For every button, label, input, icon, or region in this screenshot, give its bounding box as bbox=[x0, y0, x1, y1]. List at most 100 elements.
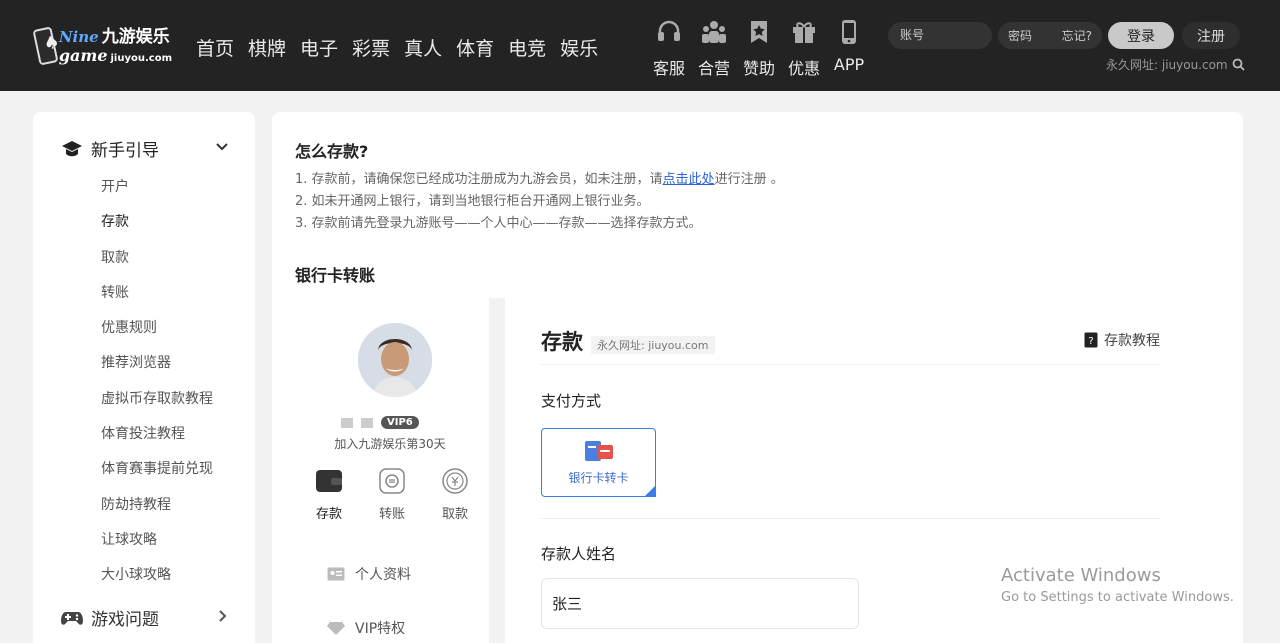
account-input[interactable]: 账号 bbox=[888, 22, 992, 49]
sidebar-item-anti-hijack[interactable]: 防劫持教程 bbox=[101, 494, 213, 529]
menu-profile[interactable]: 个人资料 bbox=[327, 564, 411, 584]
chevron-right-icon[interactable] bbox=[215, 605, 229, 627]
vip-badge: VIP6 bbox=[381, 416, 419, 429]
blurred-name-2 bbox=[361, 417, 373, 428]
sidebar-section-newbie[interactable]: 新手引导 bbox=[61, 136, 229, 161]
sidebar: 新手引导 开户 存款 取款 转账 优惠规则 推荐浏览器 虚拟币存取款教程 体育投… bbox=[33, 112, 255, 643]
nav-chess[interactable]: 棋牌 bbox=[248, 34, 286, 61]
register-button[interactable]: 注册 bbox=[1182, 22, 1240, 49]
wallet-deposit[interactable]: 存款 bbox=[313, 467, 345, 522]
quick-sponsor-label: 赞助 bbox=[742, 59, 775, 78]
login-form: 账号 密码 忘记? 登录 注册 bbox=[888, 22, 1240, 49]
logo-cn-name: 九游娱乐 bbox=[101, 26, 170, 47]
blurred-name-1 bbox=[341, 417, 353, 428]
wallet-withdraw[interactable]: 取款 bbox=[439, 467, 471, 522]
permanent-url: 永久网址: jiuyou.com bbox=[1106, 56, 1245, 73]
deposit-tutorial-link[interactable]: ? 存款教程 bbox=[1084, 330, 1160, 350]
avatar-photo bbox=[358, 323, 432, 397]
sidebar-item-browser[interactable]: 推荐浏览器 bbox=[101, 352, 213, 387]
sidebar-section-game-issues[interactable]: 游戏问题 bbox=[61, 605, 229, 630]
gift-icon bbox=[793, 22, 815, 43]
avatar bbox=[358, 323, 432, 397]
wallet-actions: 存款 转账 取款 bbox=[313, 467, 471, 522]
depositor-name-input[interactable]: 张三 bbox=[541, 578, 859, 629]
password-input[interactable]: 密码 忘记? bbox=[998, 22, 1102, 49]
sidebar-item-withdraw[interactable]: 取款 bbox=[101, 247, 213, 282]
transfer-icon bbox=[379, 468, 405, 494]
forgot-password-link[interactable]: 忘记? bbox=[1062, 27, 1092, 44]
main-content: 怎么存款? 1. 存款前，请确保您已经成功注册成为九游会员，如未注册，请点击此处… bbox=[272, 112, 1243, 643]
sidebar-item-sports-betting[interactable]: 体育投注教程 bbox=[101, 423, 213, 458]
menu-vip[interactable]: VIP特权 bbox=[327, 618, 405, 638]
bank-card-icon bbox=[584, 441, 613, 461]
help-book-icon: ? bbox=[1084, 332, 1098, 348]
joined-days: 加入九游娱乐第30天 bbox=[334, 437, 446, 451]
quick-promo-label: 优惠 bbox=[787, 59, 820, 78]
wallet-deposit-label: 存款 bbox=[315, 507, 342, 522]
login-button[interactable]: 登录 bbox=[1108, 22, 1174, 49]
depositor-name-label: 存款人姓名 bbox=[541, 545, 617, 563]
nav-sports[interactable]: 体育 bbox=[456, 34, 494, 61]
section-subtitle: 银行卡转账 bbox=[295, 266, 376, 285]
diamond-icon bbox=[327, 622, 345, 635]
wallet-icon bbox=[316, 470, 342, 492]
quick-partner-label: 合营 bbox=[697, 59, 730, 78]
watermark-line-2: Go to Settings to activate Windows. bbox=[1001, 590, 1234, 605]
step-2: 2. 如未开通网上银行，请到当地银行柜台开通网上银行业务。 bbox=[295, 194, 650, 209]
divider bbox=[541, 364, 1160, 365]
quick-service[interactable]: 客服 bbox=[652, 18, 686, 79]
sidebar-list: 开户 存款 取款 转账 优惠规则 推荐浏览器 虚拟币存取款教程 体育投注教程 体… bbox=[101, 176, 213, 600]
page-title: 怎么存款? bbox=[295, 142, 369, 161]
step-3: 3. 存款前请先登录九游账号——个人中心——存款——选择存款方式。 bbox=[295, 216, 702, 231]
deposit-tutorial-label: 存款教程 bbox=[1104, 333, 1160, 349]
deposit-title: 存款 bbox=[541, 330, 583, 354]
search-icon[interactable] bbox=[1232, 58, 1245, 71]
divider-2 bbox=[541, 518, 1160, 519]
watermark-line-1: Activate Windows bbox=[1001, 565, 1161, 586]
pay-method-label: 支付方式 bbox=[541, 392, 602, 410]
deposit-header: 存款 永久网址: jiuyou.com bbox=[541, 326, 715, 356]
sidebar-item-crypto[interactable]: 虚拟币存取款教程 bbox=[101, 388, 213, 423]
wallet-withdraw-label: 取款 bbox=[441, 507, 468, 522]
logo-domain: jiuyou.com bbox=[110, 52, 173, 64]
chevron-down-icon[interactable] bbox=[215, 136, 229, 158]
pay-option-bank-card[interactable]: 银行卡转卡 bbox=[541, 428, 656, 497]
nav-lottery[interactable]: 彩票 bbox=[352, 34, 390, 61]
sidebar-item-handicap[interactable]: 让球攻略 bbox=[101, 529, 213, 564]
nav-live[interactable]: 真人 bbox=[404, 34, 442, 61]
sidebar-item-over-under[interactable]: 大小球攻略 bbox=[101, 564, 213, 599]
quick-app-label: APP bbox=[833, 55, 865, 74]
spade-card-icon bbox=[32, 26, 59, 66]
pay-option-label: 银行卡转卡 bbox=[568, 471, 629, 485]
sidebar-item-transfer[interactable]: 转账 bbox=[101, 282, 213, 317]
permanent-url-text: 永久网址: jiuyou.com bbox=[1106, 58, 1228, 72]
partners-icon bbox=[702, 21, 726, 43]
phone-icon bbox=[842, 20, 856, 44]
sidebar-item-promo-rules[interactable]: 优惠规则 bbox=[101, 317, 213, 352]
sidebar-item-deposit[interactable]: 存款 bbox=[101, 211, 213, 246]
sidebar-item-cashout[interactable]: 体育赛事提前兑现 bbox=[101, 458, 213, 493]
quick-partner[interactable]: 合营 bbox=[697, 18, 731, 79]
id-card-icon bbox=[327, 567, 345, 581]
withdraw-icon bbox=[442, 468, 468, 494]
quick-service-label: 客服 bbox=[652, 59, 685, 78]
nav-esports[interactable]: 电竞 bbox=[508, 34, 546, 61]
quick-sponsor[interactable]: 赞助 bbox=[742, 18, 776, 79]
quick-links: 客服 合营 赞助 优惠 APP bbox=[652, 18, 866, 79]
nav-entertainment[interactable]: 娱乐 bbox=[560, 34, 598, 61]
menu-vip-label: VIP特权 bbox=[355, 621, 406, 637]
step-1: 1. 存款前，请确保您已经成功注册成为九游会员，如未注册，请点击此处进行注册 。 bbox=[295, 169, 784, 191]
nav-home[interactable]: 首页 bbox=[196, 34, 234, 61]
logo-nine: Nine bbox=[58, 27, 99, 46]
top-header: Nine 九游娱乐 game jiuyou.com 首页 棋牌 电子 彩票 真人… bbox=[0, 0, 1280, 91]
logo-game: game bbox=[58, 45, 108, 65]
quick-app[interactable]: APP bbox=[832, 18, 866, 79]
sidebar-item-open-account[interactable]: 开户 bbox=[101, 176, 213, 211]
site-logo[interactable]: Nine 九游娱乐 game jiuyou.com bbox=[32, 26, 173, 66]
wallet-transfer[interactable]: 转账 bbox=[376, 467, 408, 522]
quick-promo[interactable]: 优惠 bbox=[787, 18, 821, 79]
deposit-url: 永久网址: jiuyou.com bbox=[591, 336, 715, 354]
graduation-cap-icon bbox=[62, 140, 82, 156]
nav-electronic[interactable]: 电子 bbox=[300, 34, 338, 61]
register-link[interactable]: 点击此处 bbox=[663, 172, 715, 187]
